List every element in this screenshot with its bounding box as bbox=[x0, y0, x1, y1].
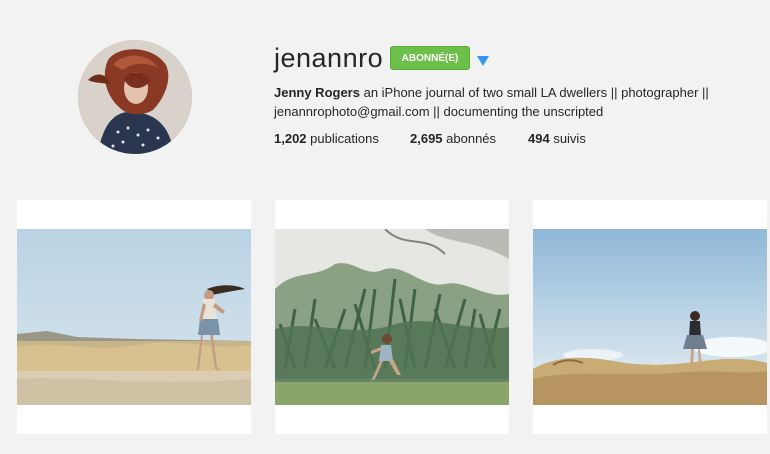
followers-count: 2,695 bbox=[410, 131, 443, 146]
profile-bio: Jenny Rogers an iPhone journal of two sm… bbox=[274, 83, 714, 121]
profile-full-name: Jenny Rogers bbox=[274, 85, 360, 100]
profile-stats: 1,202 publications 2,695 abonnés 494 sui… bbox=[274, 131, 586, 146]
following-count: 494 bbox=[528, 131, 550, 146]
bio-text-line1: an iPhone journal of two small LA dwelle… bbox=[359, 85, 709, 100]
posts-stat[interactable]: 1,202 publications bbox=[274, 131, 410, 146]
profile-avatar[interactable] bbox=[78, 40, 192, 154]
post-image-2 bbox=[275, 229, 509, 405]
post-thumbnail-2[interactable] bbox=[275, 200, 509, 434]
post-thumbnail-3[interactable] bbox=[533, 200, 767, 434]
following-label: suivis bbox=[549, 131, 586, 146]
followers-label: abonnés bbox=[442, 131, 497, 146]
posts-count: 1,202 bbox=[274, 131, 307, 146]
following-stat[interactable]: 494 suivis bbox=[528, 131, 586, 146]
bio-text-line2: jenannrophoto@gmail.com || documenting t… bbox=[274, 104, 604, 119]
avatar-image bbox=[78, 40, 192, 154]
following-button[interactable]: ABONNÉ(E) bbox=[390, 46, 470, 70]
post-image-1 bbox=[17, 229, 251, 405]
post-thumbnail-1[interactable] bbox=[17, 200, 251, 434]
profile-username: jenannro bbox=[274, 43, 384, 73]
post-image-3 bbox=[533, 229, 767, 405]
followers-stat[interactable]: 2,695 abonnés bbox=[410, 131, 528, 146]
posts-label: publications bbox=[306, 131, 379, 146]
triangle-down-icon[interactable] bbox=[477, 53, 489, 66]
